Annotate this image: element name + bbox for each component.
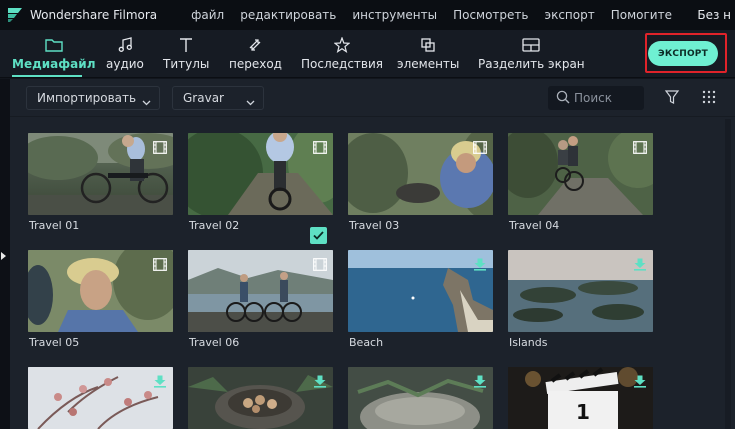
- tab-media[interactable]: Медиафайл: [12, 36, 95, 71]
- divider: [10, 116, 735, 117]
- media-name: Islands: [509, 336, 548, 349]
- in-use-check-icon: [310, 227, 327, 244]
- tab-split-screen-label: Разделить экран: [478, 57, 585, 71]
- scrollbar[interactable]: [725, 119, 731, 429]
- media-thumbnail: [188, 133, 333, 215]
- video-icon: [313, 139, 327, 154]
- category-dropdown-label: Gravar: [183, 91, 224, 105]
- filmora-logo-icon: [6, 6, 24, 24]
- grid-view-icon[interactable]: [702, 89, 720, 107]
- download-icon[interactable]: [473, 256, 487, 271]
- menubar: Wondershare Filmora файл редактировать и…: [0, 0, 735, 30]
- tab-elements-label: элементы: [397, 57, 460, 71]
- media-name: Travel 03: [349, 219, 400, 232]
- tab-split-screen[interactable]: Разделить экран: [478, 36, 585, 71]
- media-thumbnail: [348, 133, 493, 215]
- effects-icon: [332, 36, 352, 54]
- video-icon: [153, 139, 167, 154]
- tab-transitions-label: переход: [229, 57, 282, 71]
- media-name: Travel 04: [509, 219, 560, 232]
- chevron-down-icon: [246, 95, 255, 109]
- media-thumbnail: [348, 250, 493, 332]
- media-thumbnail: [28, 250, 173, 332]
- import-dropdown-label: Импортировать: [37, 91, 137, 105]
- media-name: Travel 05: [29, 336, 80, 349]
- export-button[interactable]: ЭКСПОРТ: [648, 41, 718, 66]
- download-icon[interactable]: [633, 256, 647, 271]
- media-name: Beach: [349, 336, 384, 349]
- filter-icon[interactable]: [664, 89, 682, 107]
- download-icon[interactable]: [313, 373, 327, 388]
- menu-export[interactable]: экспорт: [545, 8, 595, 22]
- elements-icon: [418, 36, 438, 54]
- tab-elements[interactable]: элементы: [397, 36, 459, 71]
- menu-list: файл редактировать инструменты Посмотрет…: [191, 8, 688, 22]
- filter-bar: Импортировать Gravar: [10, 79, 735, 117]
- split-screen-icon: [521, 36, 541, 54]
- import-dropdown[interactable]: Импортировать: [26, 86, 160, 110]
- media-name: Travel 06: [189, 336, 240, 349]
- tab-audio-label: аудио: [106, 57, 144, 71]
- app-title: Wondershare Filmora: [30, 8, 158, 22]
- menu-edit[interactable]: редактировать: [240, 8, 336, 22]
- active-tab-indicator: [12, 75, 82, 77]
- media-name: Travel 02: [189, 219, 240, 232]
- search-icon: [556, 89, 570, 108]
- video-icon: [633, 139, 647, 154]
- media-name: Travel 01: [29, 219, 80, 232]
- tab-media-label: Медиафайл: [12, 57, 96, 71]
- menu-help[interactable]: Помогите: [611, 8, 672, 22]
- toolbar: Медиафайл аудио Титулы переход Последств…: [0, 30, 735, 78]
- media-thumbnail: [28, 367, 173, 429]
- project-title: Без н: [697, 8, 731, 22]
- media-thumbnail: [508, 250, 653, 332]
- video-icon: [153, 256, 167, 271]
- menu-view[interactable]: Посмотреть: [453, 8, 528, 22]
- svg-text:1: 1: [576, 400, 590, 424]
- search-box[interactable]: [548, 86, 644, 110]
- media-thumbnail: [508, 133, 653, 215]
- text-icon: [176, 36, 196, 54]
- tab-audio[interactable]: аудио: [106, 36, 144, 71]
- chevron-down-icon: [142, 95, 151, 109]
- menu-tools[interactable]: инструменты: [352, 8, 437, 22]
- search-input[interactable]: [574, 91, 634, 105]
- tab-titles[interactable]: Титулы: [163, 36, 209, 71]
- transition-icon: [245, 36, 265, 54]
- media-thumbnail: [348, 367, 493, 429]
- video-icon: [313, 256, 327, 271]
- tab-titles-label: Титулы: [163, 57, 210, 71]
- media-thumbnail: [188, 367, 333, 429]
- folder-icon: [44, 36, 64, 54]
- expand-arrow-icon[interactable]: [1, 252, 6, 260]
- video-icon: [473, 139, 487, 154]
- media-thumbnail: [28, 133, 173, 215]
- media-thumbnail: 1: [508, 367, 653, 429]
- download-icon[interactable]: [633, 373, 647, 388]
- download-icon[interactable]: [153, 373, 167, 388]
- tab-transitions[interactable]: переход: [229, 36, 282, 71]
- tab-effects-label: Последствия: [301, 57, 383, 71]
- tab-effects[interactable]: Последствия: [301, 36, 383, 71]
- menu-file[interactable]: файл: [191, 8, 224, 22]
- music-note-icon: [115, 36, 135, 54]
- media-thumbnail: [188, 250, 333, 332]
- category-dropdown[interactable]: Gravar: [172, 86, 264, 110]
- download-icon[interactable]: [473, 373, 487, 388]
